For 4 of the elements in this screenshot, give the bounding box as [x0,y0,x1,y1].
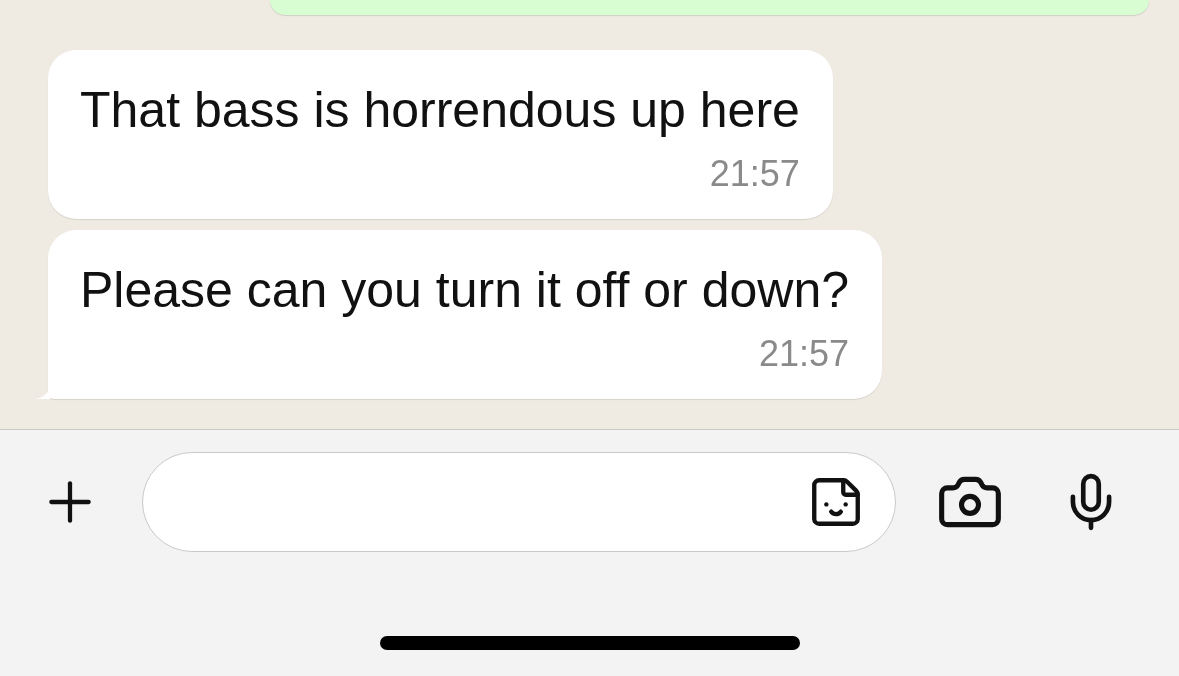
message-time: 21:57 [709,154,800,194]
message-time: 21:57 [758,334,849,374]
message-text: Please can you turn it off or down? [80,261,849,320]
message-text: That bass is horrendous up here [80,81,800,140]
